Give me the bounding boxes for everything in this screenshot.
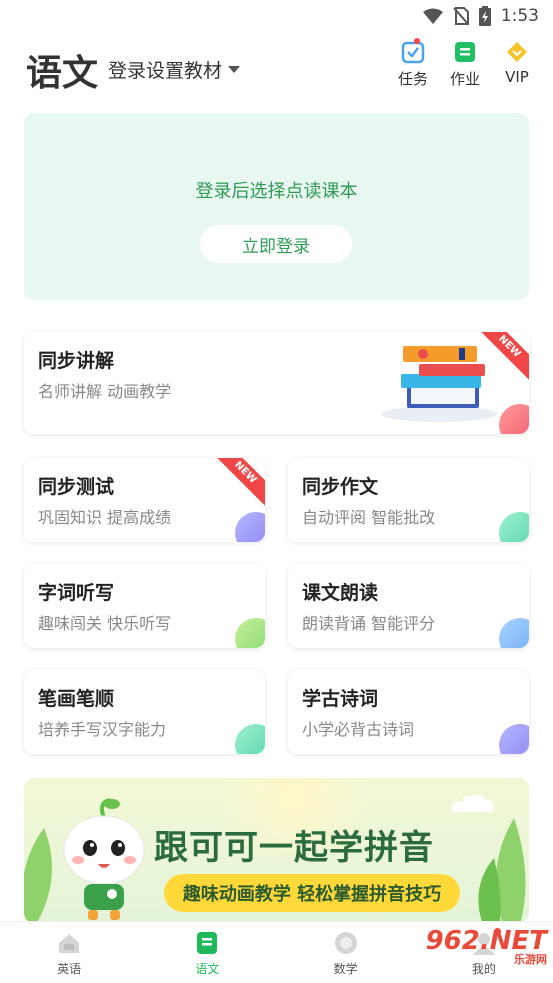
login-button[interactable]: 立即登录 <box>200 225 352 263</box>
homework-icon <box>453 40 477 64</box>
feature-sync-test[interactable]: 同步测试 巩固知识 提高成绩 NEW <box>24 458 265 542</box>
no-sim-icon <box>453 7 469 25</box>
feature-title: 同步讲解 <box>38 350 115 372</box>
header: 语文 登录设置教材 任务 作业 VIP <box>0 38 553 96</box>
feature-title: 字词听写 <box>38 582 115 604</box>
feature-ancient-poems[interactable]: 学古诗词 小学必背古诗词 <box>288 670 529 754</box>
subject-title: 语文 <box>26 53 99 94</box>
pinyin-banner[interactable]: 跟可可一起学拼音 趣味动画教学 轻松掌握拼音技巧 <box>24 778 529 923</box>
feature-word-dictation[interactable]: 字词听写 趣味闯关 快乐听写 <box>24 564 265 648</box>
leaf-icon <box>478 818 526 923</box>
nav-label: 数学 <box>333 962 358 976</box>
feature-stroke-order[interactable]: 笔画笔顺 培养手写汉字能力 <box>24 670 265 754</box>
feature-title: 同步作文 <box>302 476 379 498</box>
feature-title: 笔画笔顺 <box>38 688 115 710</box>
nav-math[interactable]: 数学 <box>277 922 415 983</box>
feature-desc: 朗读背诵 智能评分 <box>302 614 436 633</box>
feature-title: 同步测试 <box>38 476 115 498</box>
task-button[interactable]: 任务 <box>395 38 431 89</box>
english-icon <box>56 930 82 956</box>
corner-decoration <box>499 724 529 754</box>
feature-title: 学古诗词 <box>302 688 379 710</box>
notification-dot <box>414 38 420 44</box>
corner-decoration <box>235 724 265 754</box>
homework-label: 作业 <box>449 70 480 88</box>
nav-english[interactable]: 英语 <box>0 922 138 983</box>
watermark-text: 962.NET <box>425 926 547 956</box>
banner-subtitle: 趣味动画教学 轻松掌握拼音技巧 <box>164 874 460 912</box>
math-icon <box>333 930 359 956</box>
nav-label: 英语 <box>57 962 82 976</box>
vip-diamond-icon <box>505 40 529 64</box>
vip-button[interactable]: VIP <box>499 40 535 89</box>
watermark-logo: 962.NET 乐游网 <box>426 928 547 965</box>
mascot-keke-icon <box>63 798 145 920</box>
books-illustration-icon <box>381 346 497 422</box>
battery-icon <box>478 6 491 26</box>
chinese-book-icon <box>194 930 220 956</box>
homework-button[interactable]: 作业 <box>447 40 483 89</box>
banner-headline: 跟可可一起学拼音 <box>154 828 434 868</box>
wifi-icon <box>422 8 443 24</box>
feature-desc: 名师讲解 动画教学 <box>38 382 172 401</box>
feature-sync-lecture[interactable]: 同步讲解 名师讲解 动画教学 NEW <box>24 332 529 434</box>
login-card: 登录后选择点读课本 立即登录 <box>24 113 529 300</box>
task-label: 任务 <box>397 70 428 88</box>
feature-title: 课文朗读 <box>302 582 379 604</box>
status-time: 1:53 <box>500 6 539 26</box>
corner-decoration <box>235 618 265 648</box>
feature-desc: 小学必背古诗词 <box>302 720 415 739</box>
vip-label: VIP <box>505 68 529 86</box>
feature-desc: 巩固知识 提高成绩 <box>38 508 172 527</box>
nav-label: 语文 <box>195 962 220 976</box>
new-badge: NEW <box>210 458 265 508</box>
cloud-icon <box>451 794 495 812</box>
corner-decoration <box>499 618 529 648</box>
corner-decoration <box>499 404 529 434</box>
textbook-selector-label: 登录设置教材 <box>108 60 223 82</box>
status-bar: 1:53 <box>0 0 553 32</box>
feature-desc: 培养手写汉字能力 <box>38 720 167 739</box>
login-prompt: 登录后选择点读课本 <box>195 181 358 202</box>
feature-sync-composition[interactable]: 同步作文 自动评阅 智能批改 <box>288 458 529 542</box>
corner-decoration <box>499 512 529 542</box>
feature-desc: 趣味闯关 快乐听写 <box>38 614 172 633</box>
textbook-selector[interactable]: 登录设置教材 <box>108 56 241 83</box>
feature-text-reading[interactable]: 课文朗读 朗读背诵 智能评分 <box>288 564 529 648</box>
nav-chinese[interactable]: 语文 <box>138 922 276 983</box>
corner-decoration <box>235 512 265 542</box>
feature-desc: 自动评阅 智能批改 <box>302 508 436 527</box>
task-icon <box>401 38 425 64</box>
caret-down-icon <box>228 66 241 73</box>
